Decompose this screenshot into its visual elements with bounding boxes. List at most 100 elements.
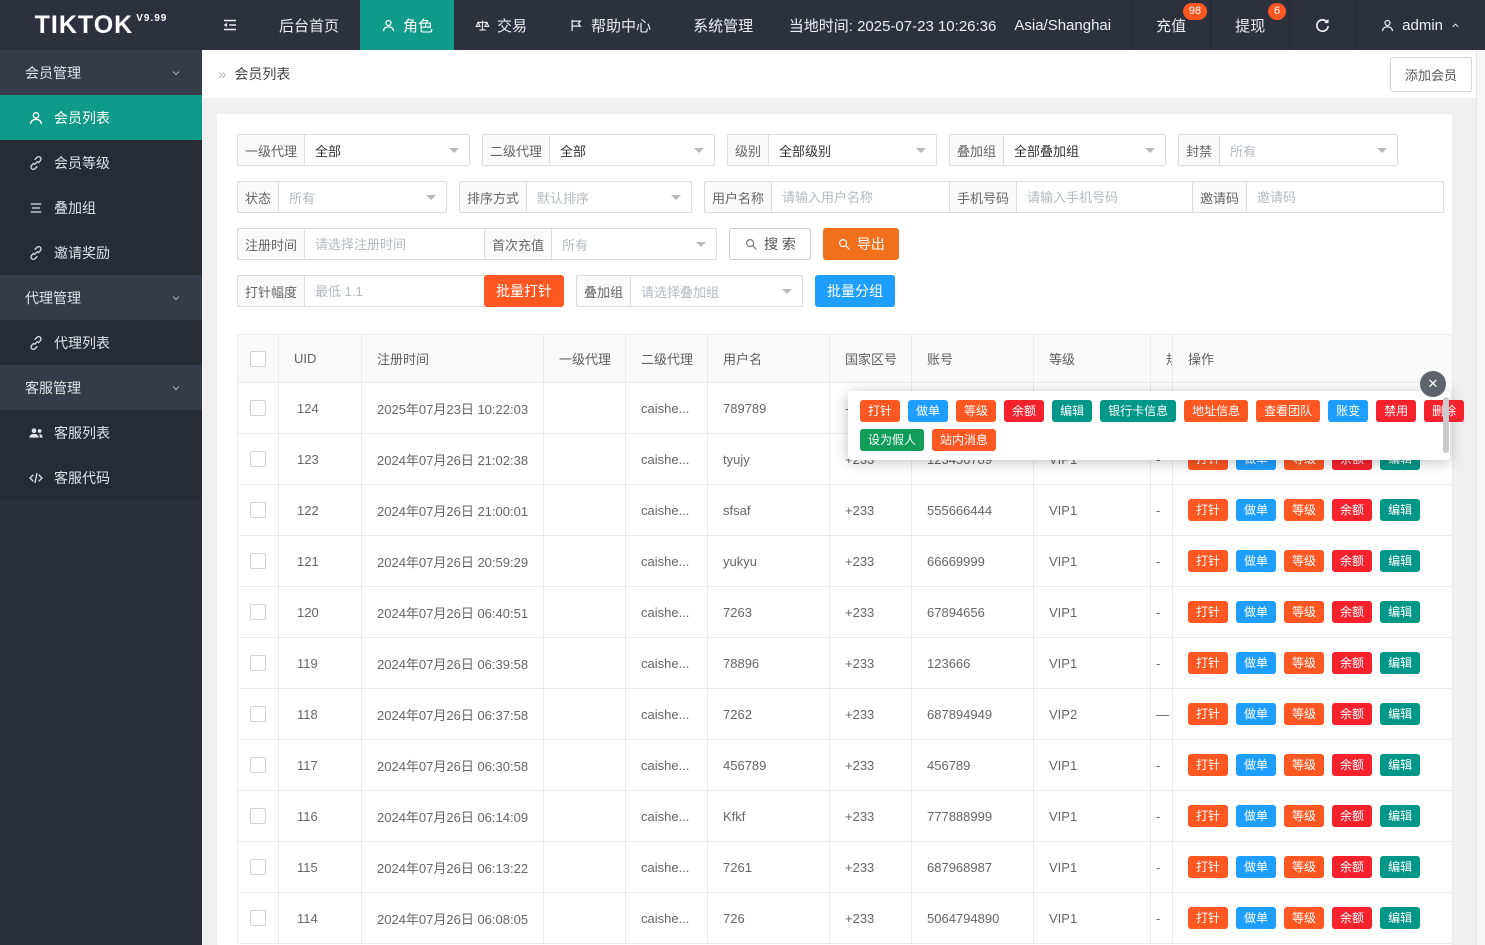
row-action-button[interactable]: 编辑	[1380, 703, 1420, 725]
sidebar-entry[interactable]: 会员列表	[0, 95, 202, 140]
row-action-button[interactable]: 打针	[1188, 499, 1228, 521]
popup-action-button[interactable]: 打针	[860, 400, 900, 422]
sort-select[interactable]: 默认排序	[526, 181, 692, 213]
collapse-sidebar-button[interactable]	[202, 0, 258, 50]
popup-action-button[interactable]: 账变	[1328, 400, 1368, 422]
row-action-button[interactable]: 等级	[1284, 652, 1324, 674]
phone-input[interactable]	[1016, 181, 1214, 213]
row-action-button[interactable]: 余额	[1332, 805, 1372, 827]
popup-action-button[interactable]: 设为假人	[860, 429, 924, 451]
row-action-button[interactable]: 编辑	[1380, 550, 1420, 572]
withdraw-link[interactable]: 提现 6	[1210, 0, 1289, 50]
row-checkbox[interactable]	[250, 655, 266, 671]
row-action-button[interactable]: 等级	[1284, 805, 1324, 827]
row-action-button[interactable]: 打针	[1188, 856, 1228, 878]
row-checkbox[interactable]	[250, 757, 266, 773]
popup-action-button[interactable]: 编辑	[1052, 400, 1092, 422]
row-action-button[interactable]: 等级	[1284, 550, 1324, 572]
sidebar-entry[interactable]: 邀请奖励	[0, 230, 202, 275]
sidebar-entry[interactable]: 会员等级	[0, 140, 202, 185]
invite-code-input[interactable]	[1246, 181, 1444, 213]
agent1-select[interactable]: 全部	[304, 134, 470, 166]
popup-action-button[interactable]: 禁用	[1376, 400, 1416, 422]
inject-range-input[interactable]	[304, 275, 502, 307]
row-checkbox[interactable]	[250, 553, 266, 569]
sidebar-entry[interactable]: 客服代码	[0, 455, 202, 500]
row-action-button[interactable]: 做单	[1236, 754, 1276, 776]
row-action-button[interactable]: 做单	[1236, 499, 1276, 521]
popup-action-button[interactable]: 地址信息	[1184, 400, 1248, 422]
sidebar-entry[interactable]: 会员管理	[0, 50, 202, 95]
recharge-link[interactable]: 充值 98	[1131, 0, 1210, 50]
search-button[interactable]: 搜 索	[729, 228, 811, 260]
popup-close-button[interactable]: ✕	[1420, 371, 1446, 397]
row-action-button[interactable]: 编辑	[1380, 856, 1420, 878]
row-checkbox[interactable]	[250, 706, 266, 722]
page-scrollbar[interactable]	[1476, 50, 1485, 945]
row-checkbox[interactable]	[250, 502, 266, 518]
row-action-button[interactable]: 等级	[1284, 601, 1324, 623]
popup-action-button[interactable]: 站内消息	[932, 429, 996, 451]
popup-action-button[interactable]: 查看团队	[1256, 400, 1320, 422]
row-checkbox[interactable]	[250, 400, 266, 416]
first-deposit-select[interactable]: 所有	[551, 228, 717, 260]
popup-action-button[interactable]: 余额	[1004, 400, 1044, 422]
row-checkbox[interactable]	[250, 859, 266, 875]
row-action-button[interactable]: 打针	[1188, 754, 1228, 776]
reg-time-input[interactable]	[304, 228, 502, 260]
batch-group-button[interactable]: 批量分组	[815, 275, 895, 307]
row-action-button[interactable]: 做单	[1236, 805, 1276, 827]
row-action-button[interactable]: 余额	[1332, 601, 1372, 623]
username-input[interactable]	[771, 181, 969, 213]
topbar-menu-item[interactable]: 角色	[360, 0, 454, 50]
row-action-button[interactable]: 等级	[1284, 754, 1324, 776]
row-checkbox[interactable]	[250, 910, 266, 926]
topbar-menu-item[interactable]: 交易	[454, 0, 548, 50]
row-action-button[interactable]: 做单	[1236, 856, 1276, 878]
row-action-button[interactable]: 打针	[1188, 805, 1228, 827]
row-action-button[interactable]: 余额	[1332, 754, 1372, 776]
topbar-menu-item[interactable]: 后台首页	[258, 0, 360, 50]
row-checkbox[interactable]	[250, 808, 266, 824]
sidebar-entry[interactable]: 客服管理	[0, 365, 202, 410]
topbar-menu-item[interactable]: 系统管理	[672, 0, 774, 50]
batch-overlay-group-select[interactable]: 请选择叠加组	[630, 275, 803, 307]
refresh-button[interactable]	[1289, 0, 1355, 50]
topbar-menu-item[interactable]: 帮助中心	[548, 0, 672, 50]
row-action-button[interactable]: 打针	[1188, 652, 1228, 674]
overlay-group-select[interactable]: 全部叠加组	[1003, 134, 1166, 166]
row-action-button[interactable]: 编辑	[1380, 805, 1420, 827]
popup-action-button[interactable]: 做单	[908, 400, 948, 422]
row-action-button[interactable]: 编辑	[1380, 754, 1420, 776]
row-action-button[interactable]: 做单	[1236, 652, 1276, 674]
ban-select[interactable]: 所有	[1219, 134, 1398, 166]
row-action-button[interactable]: 等级	[1284, 499, 1324, 521]
row-action-button[interactable]: 余额	[1332, 907, 1372, 929]
row-action-button[interactable]: 做单	[1236, 601, 1276, 623]
row-checkbox[interactable]	[250, 604, 266, 620]
add-member-button[interactable]: 添加会员	[1390, 57, 1472, 92]
popup-action-button[interactable]: 等级	[956, 400, 996, 422]
popup-action-button[interactable]: 银行卡信息	[1100, 400, 1176, 422]
row-action-button[interactable]: 做单	[1236, 703, 1276, 725]
row-checkbox[interactable]	[250, 451, 266, 467]
row-action-button[interactable]: 做单	[1236, 550, 1276, 572]
sidebar-entry[interactable]: 代理管理	[0, 275, 202, 320]
row-action-button[interactable]: 编辑	[1380, 652, 1420, 674]
status-select[interactable]: 所有	[278, 181, 447, 213]
row-action-button[interactable]: 打针	[1188, 907, 1228, 929]
row-action-button[interactable]: 做单	[1236, 907, 1276, 929]
agent2-select[interactable]: 全部	[549, 134, 715, 166]
row-action-button[interactable]: 编辑	[1380, 601, 1420, 623]
row-action-button[interactable]: 编辑	[1380, 907, 1420, 929]
user-menu[interactable]: admin	[1355, 0, 1485, 50]
select-all-checkbox[interactable]	[250, 351, 266, 367]
row-action-button[interactable]: 余额	[1332, 856, 1372, 878]
popup-scrollbar-thumb[interactable]	[1443, 397, 1449, 453]
row-action-button[interactable]: 余额	[1332, 550, 1372, 572]
row-action-button[interactable]: 余额	[1332, 703, 1372, 725]
sidebar-entry[interactable]: 叠加组	[0, 185, 202, 230]
row-action-button[interactable]: 余额	[1332, 499, 1372, 521]
row-action-button[interactable]: 打针	[1188, 703, 1228, 725]
row-action-button[interactable]: 等级	[1284, 907, 1324, 929]
